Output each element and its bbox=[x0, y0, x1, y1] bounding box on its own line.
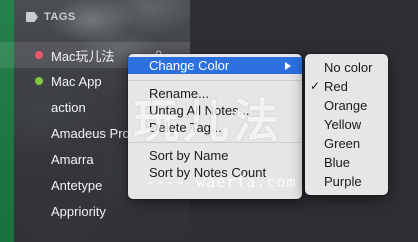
tag-label: Mac玩儿法 bbox=[51, 48, 115, 64]
color-option-label: Red bbox=[324, 79, 348, 94]
color-option-green[interactable]: Green bbox=[305, 134, 388, 153]
tags-section-header[interactable]: TAGS bbox=[26, 11, 76, 23]
menu-item-change-color[interactable]: Change Color bbox=[128, 57, 302, 74]
tag-label: Mac App bbox=[51, 73, 102, 89]
tag-label: Appriority bbox=[51, 203, 106, 219]
color-option-no-color[interactable]: No color bbox=[305, 58, 388, 77]
tag-item-appriority[interactable]: Appriority bbox=[0, 198, 190, 224]
color-option-red[interactable]: ✓ Red bbox=[305, 77, 388, 96]
red-color-dot-icon bbox=[35, 51, 43, 59]
tag-label: Amadeus Pro bbox=[51, 125, 130, 141]
watermark-url: ---- waerfa.com bbox=[146, 173, 297, 191]
green-color-dot-icon bbox=[35, 77, 43, 85]
tags-header-label: TAGS bbox=[44, 11, 76, 23]
menu-separator bbox=[128, 80, 302, 81]
menu-item-label: Change Color bbox=[149, 58, 230, 73]
tag-label: Antetype bbox=[51, 177, 103, 193]
checkmark-icon: ✓ bbox=[310, 79, 321, 93]
color-option-purple[interactable]: Purple bbox=[305, 172, 388, 191]
color-option-yellow[interactable]: Yellow bbox=[305, 115, 388, 134]
color-option-orange[interactable]: Orange bbox=[305, 96, 388, 115]
tag-icon bbox=[26, 12, 38, 22]
watermark-title: 玩儿法 bbox=[133, 94, 283, 148]
tag-label: action bbox=[51, 99, 86, 115]
submenu-arrow-icon bbox=[285, 62, 291, 70]
color-submenu: No color ✓ Red Orange Yellow Green Blue … bbox=[305, 54, 388, 195]
tag-label: Amarra bbox=[51, 151, 94, 167]
color-option-blue[interactable]: Blue bbox=[305, 153, 388, 172]
